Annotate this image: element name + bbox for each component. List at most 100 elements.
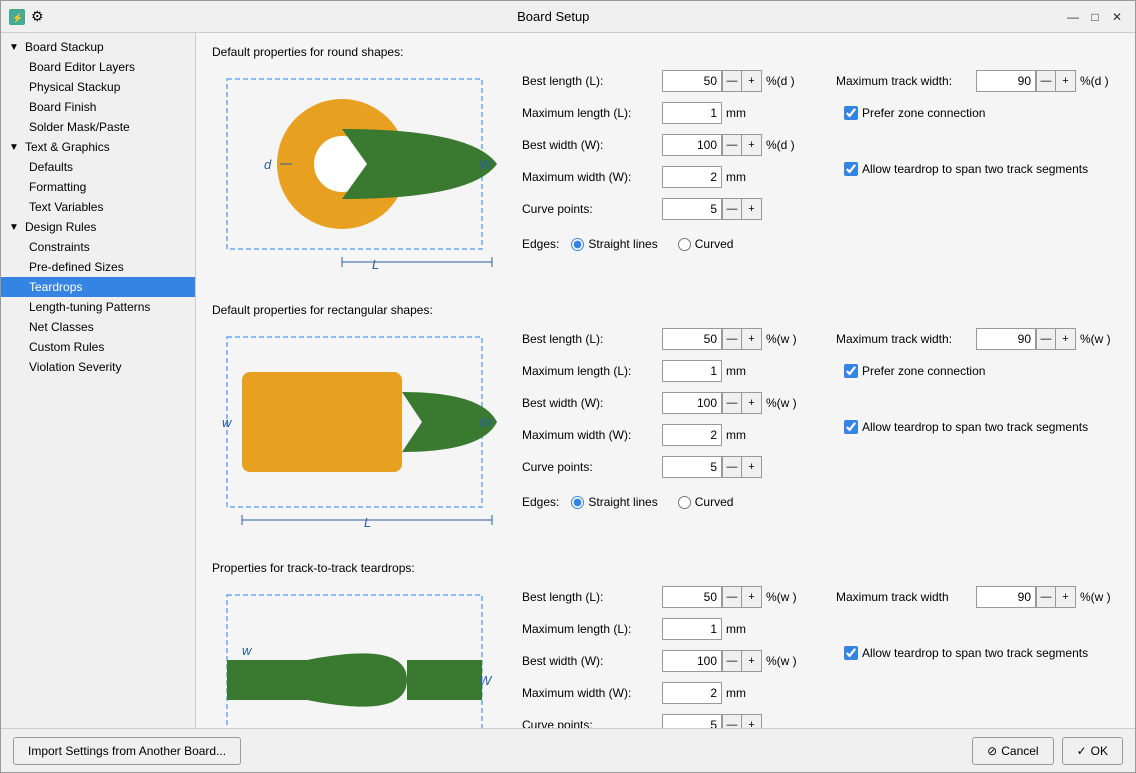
sidebar-label-design-rules: Design Rules <box>25 220 96 234</box>
cancel-button[interactable]: ⊘ Cancel <box>972 737 1053 765</box>
sidebar-item-physical-stackup[interactable]: Physical Stackup <box>1 77 195 97</box>
best-width-input-group-round: — + <box>662 134 762 156</box>
best-length-input-track[interactable] <box>662 586 722 608</box>
max-length-input-round[interactable] <box>662 102 722 124</box>
best-width-input-track[interactable] <box>662 650 722 672</box>
close-button[interactable]: ✕ <box>1107 7 1127 27</box>
max-width-input-track[interactable] <box>662 682 722 704</box>
minimize-button[interactable]: — <box>1063 7 1083 27</box>
sidebar-item-defaults[interactable]: Defaults <box>1 157 195 177</box>
radio-curved-input-round[interactable] <box>678 238 691 251</box>
svg-text:L: L <box>364 515 371 530</box>
sidebar-item-pre-defined[interactable]: Pre-defined Sizes <box>1 257 195 277</box>
curve-points-plus-track[interactable]: + <box>742 714 762 728</box>
best-width-input-group-track: — + <box>662 650 762 672</box>
max-track-minus-rect[interactable]: — <box>1036 328 1056 350</box>
best-length-minus-track[interactable]: — <box>722 586 742 608</box>
curve-points-label-rect: Curve points: <box>522 460 662 474</box>
prefer-zone-row-rect: Prefer zone connection <box>836 359 1120 383</box>
sidebar-item-board-stackup[interactable]: ▼ Board Stackup <box>1 37 195 57</box>
best-length-minus-round[interactable]: — <box>722 70 742 92</box>
curve-points-minus-round[interactable]: — <box>722 198 742 220</box>
sidebar-item-custom-rules[interactable]: Custom Rules <box>1 337 195 357</box>
expand-icon-design: ▼ <box>9 222 23 233</box>
curve-points-minus-track[interactable]: — <box>722 714 742 728</box>
titlebar: ⚡ ⚙ Board Setup — □ ✕ <box>1 1 1135 33</box>
max-length-input-group-rect <box>662 360 722 382</box>
sidebar-item-board-editor-layers[interactable]: Board Editor Layers <box>1 57 195 77</box>
sidebar-item-violation-severity[interactable]: Violation Severity <box>1 357 195 377</box>
curve-points-minus-rect[interactable]: — <box>722 456 742 478</box>
radio-straight-input-round[interactable] <box>571 238 584 251</box>
sidebar-label-violation-severity: Violation Severity <box>29 360 122 374</box>
maximize-button[interactable]: □ <box>1085 7 1105 27</box>
max-track-input-rect[interactable] <box>976 328 1036 350</box>
best-width-minus-round[interactable]: — <box>722 134 742 156</box>
allow-span-checkbox-rect[interactable] <box>844 420 858 434</box>
best-width-plus-round[interactable]: + <box>742 134 762 156</box>
controls-rect: Best length (L): — + %(w ) Maxi <box>522 327 1120 509</box>
allow-span-checkbox-round[interactable] <box>844 162 858 176</box>
best-length-plus-rect[interactable]: + <box>742 328 762 350</box>
sidebar-item-length-tuning[interactable]: Length-tuning Patterns <box>1 297 195 317</box>
ok-button[interactable]: ✓ OK <box>1062 737 1123 765</box>
max-track-unit-track: %(w ) <box>1080 590 1120 604</box>
prefer-zone-checkbox-round[interactable] <box>844 106 858 120</box>
prefer-zone-checkbox-rect[interactable] <box>844 364 858 378</box>
sidebar-item-constraints[interactable]: Constraints <box>1 237 195 257</box>
max-width-input-rect[interactable] <box>662 424 722 446</box>
sidebar-item-board-finish[interactable]: Board Finish <box>1 97 195 117</box>
window-title: Board Setup <box>44 9 1063 24</box>
allow-span-checkbox-track[interactable] <box>844 646 858 660</box>
best-width-input-round[interactable] <box>662 134 722 156</box>
max-width-input-round[interactable] <box>662 166 722 188</box>
section-rect-title: Default properties for rectangular shape… <box>212 303 1119 317</box>
max-track-minus-round[interactable]: — <box>1036 70 1056 92</box>
max-track-input-track[interactable] <box>976 586 1036 608</box>
best-length-plus-round[interactable]: + <box>742 70 762 92</box>
max-width-input-group-track <box>662 682 722 704</box>
sidebar-item-formatting[interactable]: Formatting <box>1 177 195 197</box>
max-track-plus-rect[interactable]: + <box>1056 328 1076 350</box>
best-width-input-rect[interactable] <box>662 392 722 414</box>
prefer-zone-label-rect: Prefer zone connection <box>862 364 985 378</box>
curve-points-input-round[interactable] <box>662 198 722 220</box>
sidebar-item-solder-mask[interactable]: Solder Mask/Paste <box>1 117 195 137</box>
max-width-label-round: Maximum width (W): <box>522 170 662 184</box>
best-length-input-group-round: — + <box>662 70 762 92</box>
max-track-plus-track[interactable]: + <box>1056 586 1076 608</box>
curve-points-input-rect[interactable] <box>662 456 722 478</box>
allow-span-checkbox-row-track: Allow teardrop to span two track segment… <box>844 646 1088 660</box>
section-round-title: Default properties for round shapes: <box>212 45 1119 59</box>
best-length-plus-track[interactable]: + <box>742 586 762 608</box>
best-length-input-group-rect: — + <box>662 328 762 350</box>
sidebar-item-design-rules[interactable]: ▼ Design Rules <box>1 217 195 237</box>
max-track-minus-track[interactable]: — <box>1036 586 1056 608</box>
best-width-plus-track[interactable]: + <box>742 650 762 672</box>
radio-straight-input-rect[interactable] <box>571 496 584 509</box>
max-length-row-track: Maximum length (L): mm <box>522 617 806 641</box>
max-track-plus-round[interactable]: + <box>1056 70 1076 92</box>
col-right-rect: Maximum track width: — + %(w ) <box>836 327 1120 487</box>
radio-curved-input-rect[interactable] <box>678 496 691 509</box>
best-length-input-rect[interactable] <box>662 328 722 350</box>
curve-points-plus-rect[interactable]: + <box>742 456 762 478</box>
curve-points-row-rect: Curve points: — + <box>522 455 806 479</box>
best-length-input-round[interactable] <box>662 70 722 92</box>
best-width-minus-track[interactable]: — <box>722 650 742 672</box>
edges-row-rect: Edges: Straight lines Curved <box>522 495 1120 509</box>
curve-points-input-track[interactable] <box>662 714 722 728</box>
sidebar-item-teardrops[interactable]: Teardrops <box>1 277 195 297</box>
max-length-input-track[interactable] <box>662 618 722 640</box>
best-width-minus-rect[interactable]: — <box>722 392 742 414</box>
best-length-minus-rect[interactable]: — <box>722 328 742 350</box>
sidebar-item-text-variables[interactable]: Text Variables <box>1 197 195 217</box>
max-track-input-round[interactable] <box>976 70 1036 92</box>
best-width-plus-rect[interactable]: + <box>742 392 762 414</box>
prefer-zone-checkbox-row-rect: Prefer zone connection <box>844 364 985 378</box>
max-length-input-rect[interactable] <box>662 360 722 382</box>
import-button[interactable]: Import Settings from Another Board... <box>13 737 241 765</box>
sidebar-item-net-classes[interactable]: Net Classes <box>1 317 195 337</box>
curve-points-plus-round[interactable]: + <box>742 198 762 220</box>
sidebar-item-text-graphics[interactable]: ▼ Text & Graphics <box>1 137 195 157</box>
